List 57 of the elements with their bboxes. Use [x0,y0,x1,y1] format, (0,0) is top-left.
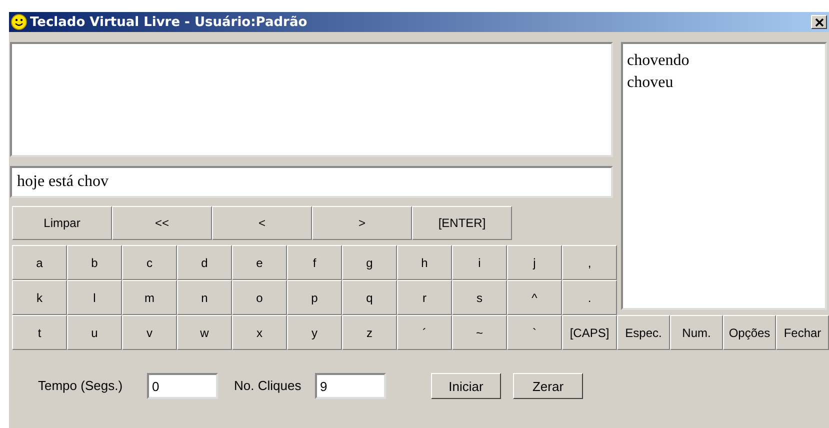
close-icon [814,18,824,26]
key-button[interactable]: y [287,315,342,350]
counter-field[interactable]: 9 [315,373,386,399]
mode-button[interactable]: Opções [723,315,776,350]
edit-button[interactable]: < [212,206,312,240]
action-button[interactable]: Iniciar [431,373,501,399]
counter-label: No. Cliques [234,379,302,393]
suggestion-item[interactable]: chovendo [627,50,821,72]
key-button[interactable]: k [12,280,67,315]
key-button[interactable]: r [397,280,452,315]
key-button[interactable]: z [342,315,397,350]
action-button[interactable]: Zerar [513,373,583,399]
key-button[interactable]: w [177,315,232,350]
key-button[interactable]: e [232,245,287,280]
key-button[interactable]: a [12,245,67,280]
window-title: Teclado Virtual Livre - Usuário:Padrão [30,14,308,30]
key-button[interactable]: ´ [397,315,452,350]
key-button[interactable]: . [562,280,617,315]
key-button[interactable]: l [67,280,122,315]
suggestion-list[interactable]: chovendo choveu [621,42,827,310]
key-button[interactable]: o [232,280,287,315]
key-button[interactable]: j [507,245,562,280]
key-button[interactable]: i [452,245,507,280]
edit-button[interactable]: Limpar [12,206,112,240]
key-button[interactable]: x [232,315,287,350]
key-button[interactable]: d [177,245,232,280]
key-button[interactable]: p [287,280,342,315]
key-button[interactable]: m [122,280,177,315]
key-button[interactable]: [CAPS] [562,315,617,350]
key-button[interactable]: ~ [452,315,507,350]
key-button[interactable]: g [342,245,397,280]
key-button[interactable]: u [67,315,122,350]
key-button[interactable]: s [452,280,507,315]
close-button[interactable] [811,15,827,29]
edit-button[interactable]: [ENTER] [412,206,512,240]
key-button[interactable]: v [122,315,177,350]
key-button[interactable]: ^ [507,280,562,315]
key-button[interactable]: f [287,245,342,280]
key-button[interactable]: , [562,245,617,280]
smiley-icon [11,14,27,30]
mode-button[interactable]: Num. [670,315,723,350]
suggestion-item[interactable]: choveu [627,72,821,94]
key-button[interactable]: ` [507,315,562,350]
counter-label: Tempo (Segs.) [38,379,124,393]
key-button[interactable]: h [397,245,452,280]
key-button[interactable]: c [122,245,177,280]
key-button[interactable]: b [67,245,122,280]
edit-button[interactable]: << [112,206,212,240]
mode-button[interactable]: Espec. [617,315,670,350]
counter-field[interactable]: 0 [147,373,218,399]
key-button[interactable]: q [342,280,397,315]
text-area[interactable] [10,42,613,157]
edit-button[interactable]: > [312,206,412,240]
key-button[interactable]: t [12,315,67,350]
key-button[interactable]: n [177,280,232,315]
input-field[interactable]: hoje está chov [10,166,613,198]
mode-button[interactable]: Fechar [776,315,829,350]
